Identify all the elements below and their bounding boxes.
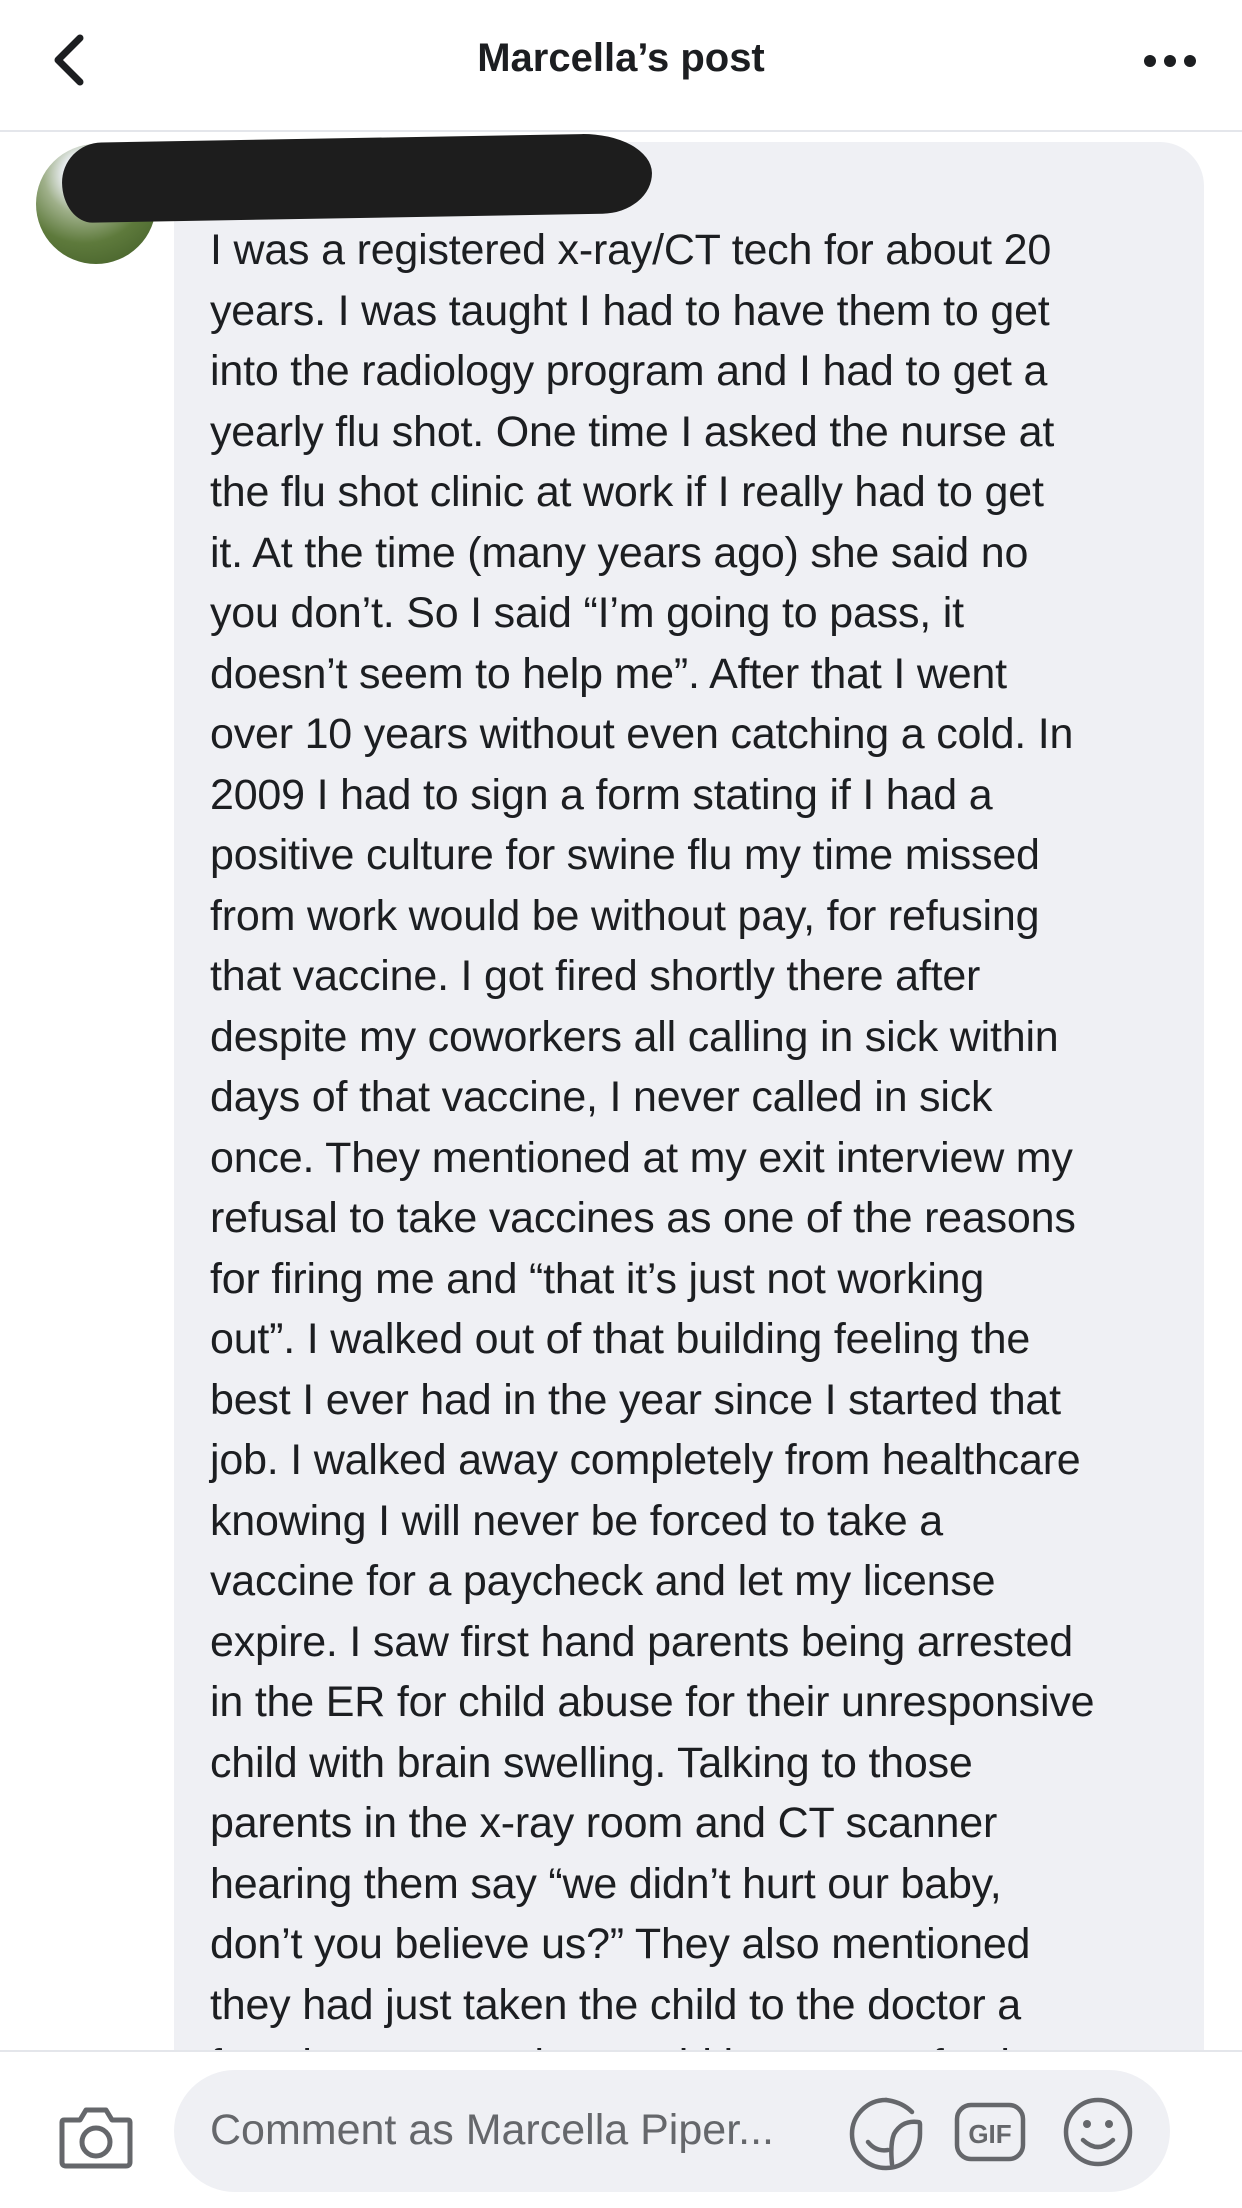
comment-line: over 10 years without even catching a co… <box>210 710 1074 758</box>
gif-icon: GIF <box>954 2102 1026 2162</box>
emoji-button[interactable] <box>1062 2096 1134 2168</box>
comment-line: that vaccine. I got fired shortly there … <box>210 952 981 1000</box>
gif-label: GIF <box>968 2119 1011 2149</box>
camera-icon <box>59 2107 133 2169</box>
comment-line: job. I walked away completely from healt… <box>210 1436 1081 1484</box>
comment-line: once. They mentioned at my exit intervie… <box>210 1133 1073 1182</box>
top-nav-bar: Marcella’s post <box>0 0 1242 132</box>
comment-line: they had just taken the child to the doc… <box>210 1980 1021 2029</box>
comment-line: positive culture for swine flu my time m… <box>210 831 1040 879</box>
comment-line: the flu shot clinic at work if I really … <box>210 468 1044 516</box>
comment-line: 2009 I had to sign a form stating if I h… <box>210 770 993 819</box>
gif-button[interactable]: GIF <box>954 2102 1026 2162</box>
comment-line: I was a registered x-ray/CT tech for abo… <box>210 226 1052 274</box>
redacted-author-name <box>61 134 653 224</box>
comment-line: from work would be without pay, for refu… <box>210 891 1040 940</box>
comment-line: days of that vaccine, I never called in … <box>210 1073 993 1121</box>
emoji-icon <box>1063 2097 1133 2167</box>
page-title: Marcella’s post <box>477 36 765 80</box>
comment-line: parents in the x-ray room and CT scanner <box>210 1799 998 1847</box>
comment-line: years. I was taught I had to have them t… <box>210 286 1050 335</box>
comment-line: few days ago and was told he was perfect… <box>210 2035 1180 2050</box>
sticker-icon <box>849 2097 923 2171</box>
comment-line: in the ER for child abuse for their unre… <box>210 1678 1095 1726</box>
comment-thread: I was a registered x-ray/CT tech for abo… <box>0 134 1242 2050</box>
more-options-button[interactable] <box>1140 46 1200 76</box>
comment-line: out”. I walked out of that building feel… <box>210 1315 1031 1363</box>
comment-line: yearly flu shot. One time I asked the nu… <box>210 407 1055 456</box>
comment-line: child with brain swelling. Talking to th… <box>210 1738 973 1787</box>
comment-line: knowing I will never be forced to take a <box>210 1496 943 1545</box>
comment-line: expire. I saw first hand parents being a… <box>210 1617 1074 1666</box>
comment-line: refusal to take vaccines as one of the r… <box>210 1194 1076 1242</box>
camera-button[interactable] <box>58 2104 134 2170</box>
comment-line: for firing me and “that it’s just not wo… <box>210 1254 985 1303</box>
sticker-button[interactable] <box>846 2094 926 2174</box>
more-horizontal-icon <box>1144 55 1196 67</box>
comment-input-container: GIF <box>174 2070 1170 2192</box>
comment-line: hearing them say “we didn’t hurt our bab… <box>210 1859 1002 1908</box>
comment-body: I was a registered x-ray/CT tech for abo… <box>210 220 1180 2050</box>
comment-line: into the radiology program and I had to … <box>210 347 1048 395</box>
comment-composer-bar: GIF <box>0 2050 1242 2208</box>
comment-line: best I ever had in the year since I star… <box>210 1375 1061 1424</box>
comment-line: it. At the time (many years ago) she sai… <box>210 528 1029 577</box>
comment-line: you don’t. So I said “I’m going to pass,… <box>210 589 964 637</box>
comment-line: don’t you believe us?” They also mention… <box>210 1920 1031 1968</box>
comment-line: doesn’t seem to help me”. After that I w… <box>210 649 1007 698</box>
comment-line: despite my coworkers all calling in sick… <box>210 1012 1059 1061</box>
comment-line: vaccine for a paycheck and let my licens… <box>210 1557 996 1605</box>
